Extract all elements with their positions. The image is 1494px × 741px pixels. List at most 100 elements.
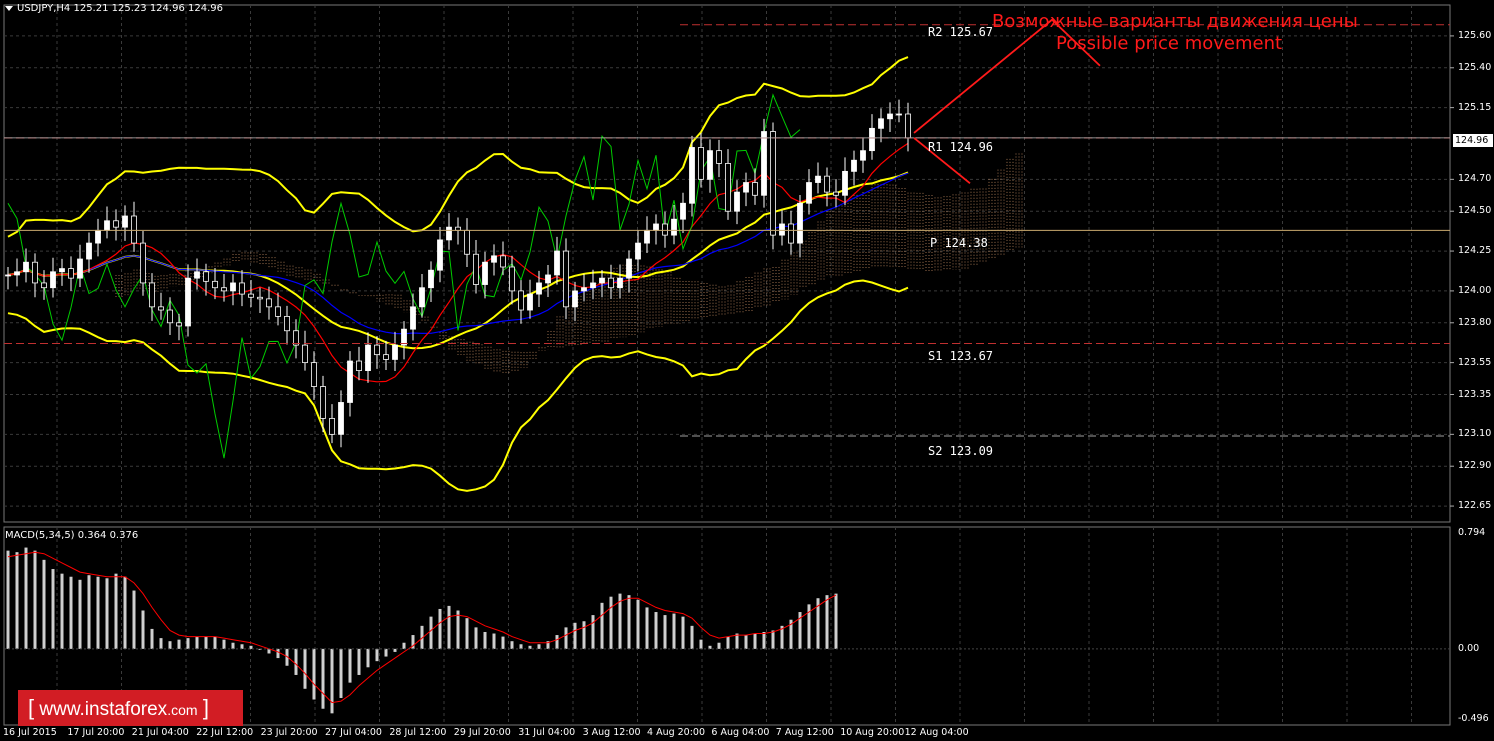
candle-body	[896, 113, 902, 116]
level-p: P 124.38	[930, 236, 988, 250]
price-tick-label: 123.10	[1458, 428, 1492, 440]
price-tick-label: 123.80	[1458, 316, 1492, 328]
candle-body	[329, 418, 335, 435]
candle-body	[815, 175, 821, 183]
candle-body	[185, 277, 191, 327]
macd-bar	[402, 642, 406, 649]
macd-bar	[537, 644, 541, 649]
macd-bar	[204, 636, 208, 649]
logo-text: www.instaforex	[39, 699, 168, 720]
candle-body	[554, 250, 560, 276]
candle-body	[725, 163, 731, 212]
macd-bar	[24, 547, 28, 649]
macd-bar	[375, 648, 379, 662]
candle-body	[401, 328, 407, 346]
macd-bar	[726, 636, 730, 649]
macd-bar	[96, 576, 100, 649]
price-tick-label: 125.40	[1458, 61, 1492, 73]
macd-bar	[312, 648, 316, 700]
macd-bar	[573, 622, 577, 649]
time-tick-label: 22 Jul 12:00	[196, 727, 254, 738]
macd-bar	[663, 615, 667, 649]
macd-bar	[321, 648, 325, 709]
candle-body	[653, 223, 659, 231]
candle-body	[230, 282, 236, 292]
macd-bar	[276, 648, 280, 659]
macd-bar	[114, 573, 118, 649]
candle-body	[419, 287, 425, 308]
candle-body	[608, 277, 614, 289]
level-s1: S1 123.67	[928, 349, 994, 363]
macd-bar	[825, 595, 829, 649]
candle-body	[887, 113, 893, 120]
level-r1: R1 124.96	[928, 140, 994, 154]
candle-body	[239, 282, 245, 295]
macd-bar	[762, 631, 766, 649]
candle-body	[95, 229, 101, 244]
macd-bar	[654, 612, 658, 649]
candle-body	[68, 268, 74, 279]
logo-suffix: .com	[167, 702, 198, 718]
candle-body	[716, 150, 722, 164]
candle-body	[563, 250, 569, 308]
candle-body	[266, 298, 272, 308]
time-tick-label: 21 Jul 04:00	[131, 727, 189, 738]
candle-body	[14, 271, 20, 276]
candle-body	[140, 242, 146, 284]
instaforex-logo[interactable]: [ www.instaforex.com ]	[18, 690, 243, 726]
candle-body	[545, 274, 551, 284]
candle-body	[527, 293, 533, 311]
price-tick-label: 124.25	[1458, 245, 1492, 257]
candle-body	[383, 354, 389, 360]
candle-body	[320, 386, 326, 419]
price-tick-label: 122.90	[1458, 460, 1492, 472]
candle-body	[149, 282, 155, 308]
macd-bar	[294, 648, 298, 675]
macd-bar	[753, 633, 757, 649]
candle-body	[797, 202, 803, 244]
candle-body	[176, 322, 182, 327]
macd-bar	[744, 635, 748, 649]
time-tick-label: 12 Aug 04:00	[904, 727, 969, 738]
macd-bar	[123, 576, 127, 649]
logo-bracket-right: ]	[202, 695, 209, 720]
macd-bar	[735, 633, 739, 649]
macd-bar	[384, 648, 388, 657]
macd-bar	[447, 605, 451, 649]
macd-bar	[834, 593, 838, 649]
macd-bar	[429, 616, 433, 649]
macd-bar	[501, 636, 505, 649]
candle-body	[761, 131, 767, 196]
candle-body	[374, 344, 380, 356]
time-tick-label: 29 Jul 20:00	[453, 727, 511, 738]
candle-body	[662, 223, 668, 236]
macd-bar	[555, 635, 559, 649]
dropdown-triangle-icon[interactable]	[5, 5, 13, 11]
candle-body	[509, 266, 515, 292]
price-tick-label: 123.35	[1458, 388, 1492, 400]
macd-bar	[636, 599, 640, 649]
candle-body	[356, 360, 362, 371]
macd-bar	[51, 569, 55, 649]
candle-body	[806, 182, 812, 204]
macd-bar	[159, 638, 163, 649]
macd-bar	[141, 610, 145, 649]
candle-body	[248, 293, 254, 298]
level-r2: R2 125.67	[928, 25, 994, 39]
candle-body	[365, 344, 371, 371]
candle-body	[284, 316, 290, 332]
candle-body	[41, 282, 47, 289]
candle-body	[311, 362, 317, 387]
candle-body	[905, 113, 911, 139]
candle-body	[572, 290, 578, 308]
macd-bar	[465, 618, 469, 649]
macd-bar	[168, 641, 172, 649]
candle-body	[599, 277, 605, 284]
macd-bar	[627, 595, 631, 649]
macd-bar	[339, 648, 343, 698]
candle-body	[617, 277, 623, 289]
macd-tick-label: -0.496	[1458, 713, 1489, 724]
time-tick-label: 28 Jul 12:00	[389, 727, 447, 738]
macd-bar	[132, 590, 136, 649]
time-tick-label: 3 Aug 12:00	[582, 727, 641, 738]
